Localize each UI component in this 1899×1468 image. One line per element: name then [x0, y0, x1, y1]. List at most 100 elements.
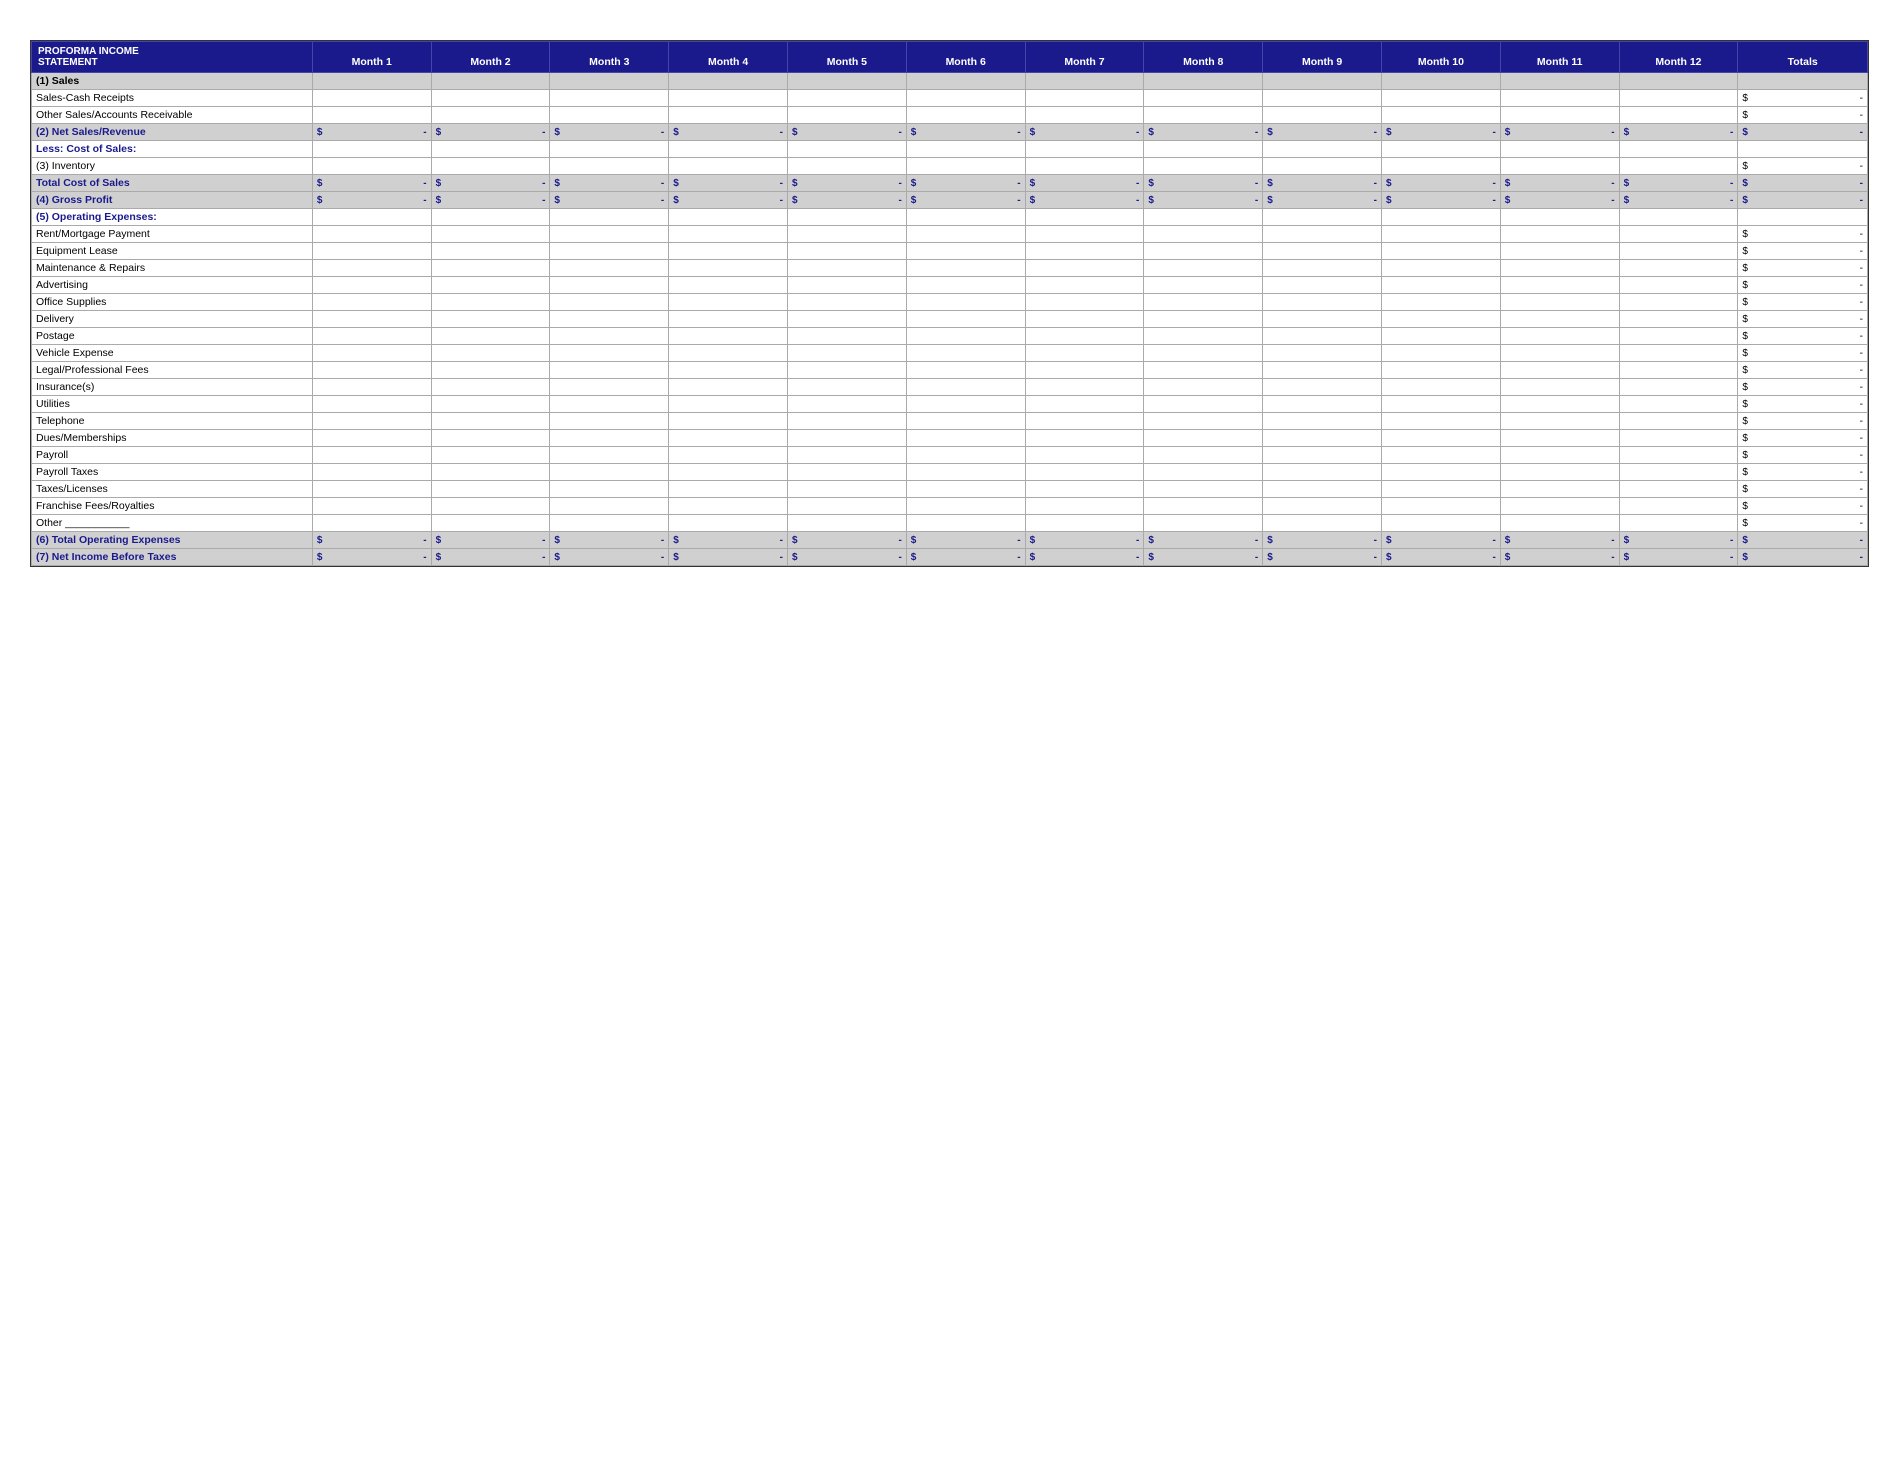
cell-month-1: $-	[312, 532, 431, 549]
cell-totals: $-	[1738, 277, 1868, 294]
cell-month-2	[431, 396, 550, 413]
cell-month-12	[1619, 328, 1738, 345]
cell-month-2: $-	[431, 175, 550, 192]
cell-month-6: $-	[906, 549, 1025, 566]
cell-month-11	[1500, 413, 1619, 430]
cell-month-10	[1381, 430, 1500, 447]
cell-month-7	[1025, 277, 1144, 294]
cell-month-5	[788, 311, 907, 328]
cell-month-10: $-	[1381, 175, 1500, 192]
cell-month-11	[1500, 260, 1619, 277]
cell-month-8	[1144, 277, 1263, 294]
cell-month-4	[669, 73, 788, 90]
cell-month-2	[431, 277, 550, 294]
cell-totals: $-	[1738, 294, 1868, 311]
cell-month-6	[906, 447, 1025, 464]
cell-month-4	[669, 430, 788, 447]
cell-month-10	[1381, 311, 1500, 328]
cell-month-5	[788, 226, 907, 243]
cell-month-5: $-	[788, 124, 907, 141]
cell-month-5	[788, 379, 907, 396]
cell-month-10	[1381, 464, 1500, 481]
cell-month-8	[1144, 107, 1263, 124]
cell-month-9	[1263, 515, 1382, 532]
cell-month-9	[1263, 413, 1382, 430]
cell-month-5	[788, 481, 907, 498]
cell-month-7: $-	[1025, 532, 1144, 549]
table-row: Total Cost of Sales$-$-$-$-$-$-$-$-$-$-$…	[32, 175, 1868, 192]
cell-month-8: $-	[1144, 532, 1263, 549]
header-month-6: Month 6	[906, 42, 1025, 73]
row-label: Office Supplies	[32, 294, 313, 311]
cell-month-7	[1025, 107, 1144, 124]
cell-month-11	[1500, 226, 1619, 243]
cell-month-10: $-	[1381, 532, 1500, 549]
cell-month-5	[788, 260, 907, 277]
cell-month-6	[906, 226, 1025, 243]
cell-totals: $-	[1738, 481, 1868, 498]
cell-month-1	[312, 90, 431, 107]
row-label: Telephone	[32, 413, 313, 430]
cell-month-9	[1263, 294, 1382, 311]
cell-month-10	[1381, 328, 1500, 345]
cell-month-8	[1144, 362, 1263, 379]
cell-month-5	[788, 413, 907, 430]
cell-month-11: $-	[1500, 532, 1619, 549]
cell-month-8	[1144, 311, 1263, 328]
cell-month-7: $-	[1025, 549, 1144, 566]
cell-month-9	[1263, 277, 1382, 294]
cell-month-12	[1619, 294, 1738, 311]
cell-month-11	[1500, 90, 1619, 107]
cell-month-9	[1263, 430, 1382, 447]
cell-month-12	[1619, 362, 1738, 379]
cell-month-1	[312, 209, 431, 226]
cell-month-12	[1619, 107, 1738, 124]
cell-month-9	[1263, 498, 1382, 515]
cell-month-7	[1025, 209, 1144, 226]
table-row: Dues/Memberships$-	[32, 430, 1868, 447]
cell-month-9	[1263, 107, 1382, 124]
cell-month-11	[1500, 464, 1619, 481]
cell-month-2: $-	[431, 192, 550, 209]
cell-month-8	[1144, 328, 1263, 345]
cell-month-5	[788, 515, 907, 532]
cell-month-9: $-	[1263, 124, 1382, 141]
header-month-7: Month 7	[1025, 42, 1144, 73]
cell-month-3	[550, 73, 669, 90]
cell-month-12	[1619, 396, 1738, 413]
row-label: (1) Sales	[32, 73, 313, 90]
cell-month-7	[1025, 345, 1144, 362]
cell-month-2	[431, 328, 550, 345]
cell-month-3	[550, 447, 669, 464]
cell-month-6: $-	[906, 124, 1025, 141]
cell-month-7	[1025, 464, 1144, 481]
cell-month-12	[1619, 379, 1738, 396]
table-row: Other ___________$-	[32, 515, 1868, 532]
cell-month-7	[1025, 141, 1144, 158]
cell-month-5	[788, 464, 907, 481]
cell-month-8	[1144, 413, 1263, 430]
cell-month-6	[906, 73, 1025, 90]
cell-month-7	[1025, 226, 1144, 243]
header-totals: Totals	[1738, 42, 1868, 73]
cell-totals: $-	[1738, 345, 1868, 362]
cell-totals: $-	[1738, 243, 1868, 260]
cell-month-11	[1500, 447, 1619, 464]
cell-month-12	[1619, 345, 1738, 362]
cell-month-1: $-	[312, 549, 431, 566]
cell-month-7: $-	[1025, 175, 1144, 192]
cell-month-6	[906, 277, 1025, 294]
cell-month-7	[1025, 260, 1144, 277]
cell-month-8: $-	[1144, 549, 1263, 566]
cell-totals: $-	[1738, 413, 1868, 430]
cell-month-6	[906, 481, 1025, 498]
row-label: Legal/Professional Fees	[32, 362, 313, 379]
cell-totals: $-	[1738, 175, 1868, 192]
cell-month-9: $-	[1263, 549, 1382, 566]
cell-month-11	[1500, 277, 1619, 294]
cell-month-10	[1381, 90, 1500, 107]
cell-month-12	[1619, 243, 1738, 260]
cell-month-5	[788, 430, 907, 447]
cell-month-7	[1025, 158, 1144, 175]
cell-month-11: $-	[1500, 192, 1619, 209]
